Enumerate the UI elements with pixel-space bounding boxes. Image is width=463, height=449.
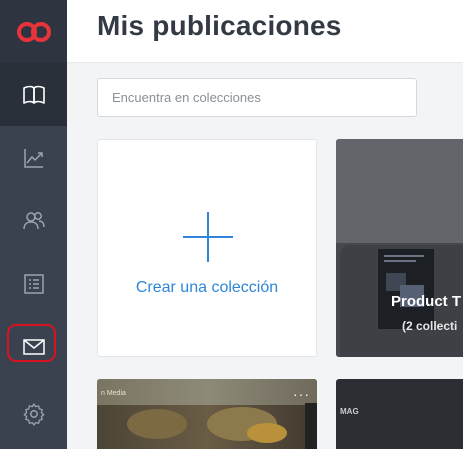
sidebar-item-messages[interactable] <box>0 315 67 378</box>
publication-card[interactable]: MAG <box>336 379 463 449</box>
page-title: Mis publicaciones <box>97 10 342 41</box>
collection-title: Product T <box>391 293 461 310</box>
create-collection-label: Crear una colección <box>135 279 279 296</box>
page-header: Mis publicaciones <box>67 0 463 63</box>
publication-label: n Media <box>101 390 126 397</box>
sidebar-item-statistics[interactable] <box>0 126 67 189</box>
people-icon <box>22 211 45 229</box>
envelope-icon <box>22 338 45 355</box>
sidebar-item-audience[interactable] <box>0 189 67 252</box>
gear-icon <box>23 402 44 426</box>
list-icon <box>23 273 44 294</box>
stats-chart-icon <box>23 148 43 168</box>
publication-card[interactable]: n Media ··· <box>97 379 317 449</box>
more-options-icon[interactable]: ··· <box>293 387 310 401</box>
issuu-logo-icon[interactable] <box>0 0 67 63</box>
collection-card[interactable]: Product T (2 collecti <box>336 139 463 357</box>
collection-search-input[interactable] <box>97 78 417 117</box>
sidebar-item-lists[interactable] <box>0 252 67 315</box>
sidebar-item-settings[interactable] <box>0 382 67 445</box>
plus-icon <box>183 212 233 262</box>
sidebar-item-publications[interactable] <box>0 63 67 126</box>
sidebar <box>0 0 67 449</box>
book-icon <box>22 85 45 104</box>
create-collection-card[interactable]: Crear una colección <box>97 139 317 357</box>
folder-tab <box>336 139 463 243</box>
collection-count: (2 collecti <box>402 319 458 333</box>
main-content: Mis publicaciones Crear una colección Pr… <box>67 0 463 449</box>
publication-label: MAG <box>340 407 359 416</box>
collection-thumbnail <box>378 249 434 329</box>
